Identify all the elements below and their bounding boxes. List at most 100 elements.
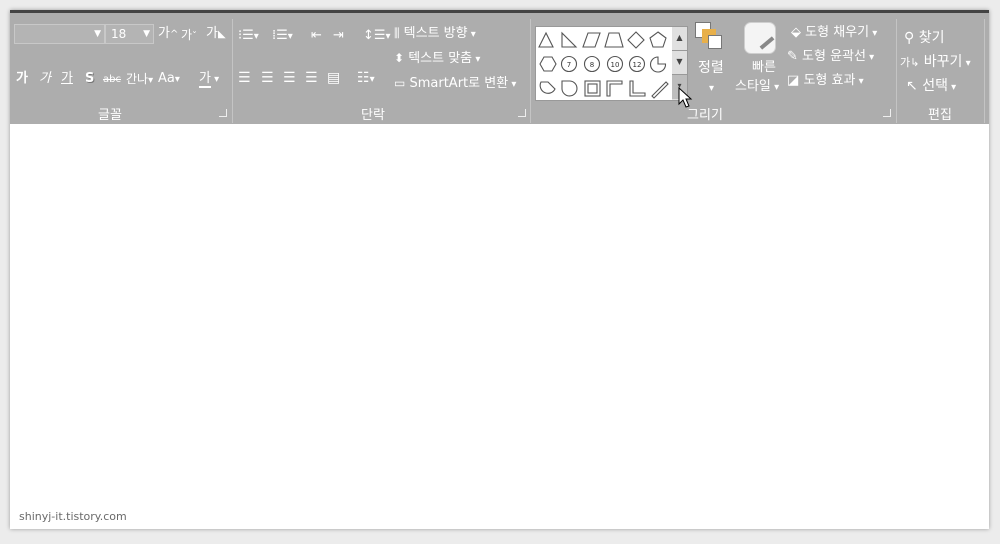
pie-shape[interactable] bbox=[649, 56, 667, 73]
decrease-font-size-label: 가 bbox=[181, 28, 193, 42]
change-case-label: Aa bbox=[158, 71, 175, 86]
eraser-icon: ◣ bbox=[217, 29, 226, 40]
decrease-font-size-button[interactable]: 가ˇ bbox=[181, 27, 197, 45]
strikethrough-button[interactable]: abc bbox=[103, 72, 121, 88]
shadow-button[interactable]: S bbox=[85, 71, 94, 87]
chevron-down-icon: ▾ bbox=[174, 74, 180, 85]
font-name-combo[interactable]: ▼ bbox=[14, 24, 105, 44]
numbered-list-icon: ⁞☰ bbox=[272, 28, 288, 43]
frame-shape[interactable] bbox=[584, 80, 601, 97]
chevron-down-icon: ▾ bbox=[287, 31, 293, 42]
pentagon-shape[interactable] bbox=[649, 31, 667, 48]
editing-group-label: 편집 bbox=[928, 108, 952, 123]
increase-font-size-label: 가 bbox=[158, 26, 170, 41]
outdent-icon: ⇤ bbox=[311, 28, 322, 43]
shape-fill-button[interactable]: ⬙ 도형 채우기 ▾ bbox=[791, 25, 877, 42]
shape-outline-button[interactable]: ✎ 도형 윤곽선 ▾ bbox=[787, 49, 874, 66]
numbering-button[interactable]: ⁞☰▾ bbox=[272, 28, 293, 45]
shape-effects-label: 도형 효과 bbox=[803, 73, 856, 88]
watermark-text: shinyj-it.tistory.com bbox=[19, 510, 127, 523]
arrange-button[interactable]: 정렬 bbox=[698, 60, 724, 76]
parallelogram-shape[interactable] bbox=[582, 32, 601, 48]
chevron-down-icon: ▾ bbox=[369, 74, 375, 85]
chevron-down-icon: ▾ bbox=[385, 31, 391, 42]
align-text-icon: ⬍ bbox=[394, 51, 405, 65]
right-triangle-shape[interactable] bbox=[561, 31, 578, 48]
drawing-dialog-launcher-icon[interactable] bbox=[883, 109, 891, 117]
l-shape[interactable] bbox=[629, 80, 646, 97]
trapezoid-shape[interactable] bbox=[604, 32, 624, 48]
arrange-icon bbox=[695, 22, 727, 49]
line-spacing-button[interactable]: ↕☰▾ bbox=[363, 28, 391, 45]
columns-button[interactable]: ☷▾ bbox=[357, 70, 375, 88]
quick-styles-button-line2[interactable]: 스타일 ▾ bbox=[735, 79, 779, 96]
font-size-value: 18 bbox=[111, 27, 127, 41]
shape-effects-button[interactable]: ◪ 도형 효과 ▾ bbox=[787, 73, 864, 90]
group-divider bbox=[984, 19, 985, 123]
quick-styles-button[interactable]: 빠른 bbox=[752, 60, 776, 76]
bullets-button[interactable]: ⁝☰▾ bbox=[238, 28, 259, 45]
font-dialog-launcher-icon[interactable] bbox=[219, 109, 227, 117]
bold-button[interactable]: 가 bbox=[16, 71, 28, 87]
group-divider bbox=[232, 19, 233, 123]
hexagon-shape[interactable] bbox=[539, 56, 557, 72]
smartart-label: SmartArt로 변환 bbox=[409, 76, 509, 91]
chevron-down-icon: ▾ bbox=[855, 76, 864, 87]
paragraph-dialog-launcher-icon[interactable] bbox=[518, 109, 526, 117]
group-divider bbox=[896, 19, 897, 123]
diamond-shape[interactable] bbox=[627, 31, 645, 49]
gallery-scroll-up-button[interactable]: ▲ bbox=[672, 27, 687, 51]
chevron-down-icon: ▾ bbox=[962, 58, 971, 69]
clear-formatting-button[interactable]: 가◣ bbox=[206, 26, 226, 43]
justify-button[interactable]: ☰ bbox=[305, 70, 318, 86]
replace-button[interactable]: 가↳ 바꾸기 ▾ bbox=[900, 51, 971, 71]
shape-effects-icon: ◪ bbox=[787, 73, 800, 88]
distributed-button[interactable]: ▤ bbox=[327, 70, 340, 86]
dodecagon-number: 12 bbox=[633, 61, 642, 69]
bullet-list-icon: ⁝☰ bbox=[238, 28, 254, 43]
underline-button[interactable]: 가 bbox=[61, 71, 73, 87]
chevron-down-icon: ▾ bbox=[253, 31, 259, 42]
align-left-button[interactable]: ☰ bbox=[238, 70, 251, 86]
bold-label: 가 bbox=[16, 71, 28, 86]
text-direction-button[interactable]: ⫼ 텍스트 방향 ▾ bbox=[394, 25, 476, 43]
change-case-button[interactable]: Aa▾ bbox=[158, 71, 180, 88]
gallery-scroll-down-button[interactable]: ▼ bbox=[672, 51, 687, 75]
convert-to-smartart-button[interactable]: ▭ SmartArt로 변환 ▾ bbox=[394, 75, 516, 93]
align-text-button[interactable]: ⬍ 텍스트 맞춤 ▾ bbox=[394, 50, 480, 68]
shapes-gallery-svg: 7 8 10 12 bbox=[538, 31, 669, 99]
diagonal-stripe-shape[interactable] bbox=[651, 81, 669, 99]
half-frame-shape[interactable] bbox=[606, 80, 623, 97]
paint-bucket-icon: ⬙ bbox=[791, 25, 801, 40]
chevron-down-icon: ▾ bbox=[865, 52, 875, 63]
chord-shape[interactable] bbox=[539, 81, 556, 94]
font-color-button[interactable]: 가 ▾ bbox=[199, 71, 219, 88]
select-label: 선택 bbox=[922, 78, 948, 94]
replace-label: 바꾸기 bbox=[923, 54, 963, 70]
slide-canvas[interactable] bbox=[10, 124, 989, 529]
teardrop-shape[interactable] bbox=[561, 80, 578, 97]
chevron-down-icon: ▾ bbox=[869, 28, 878, 39]
text-direction-label: 텍스트 방향 bbox=[403, 26, 468, 41]
pointer-arrow-icon: ↖ bbox=[906, 78, 918, 94]
align-center-button[interactable]: ☰ bbox=[261, 70, 274, 86]
octagon-number: 8 bbox=[590, 61, 594, 69]
italic-button[interactable]: 가 bbox=[39, 71, 51, 87]
powerpoint-window: ▼ 18 ▼ 가^ 가ˇ 가◣ 가 가 가 S abc 간나▾ Aa▾ 가 ▾ … bbox=[10, 10, 989, 529]
arrange-label: 정렬 bbox=[698, 60, 724, 76]
decrease-indent-button[interactable]: ⇤ bbox=[311, 28, 322, 44]
increase-font-size-button[interactable]: 가^ bbox=[158, 26, 178, 43]
chevron-down-icon: ▾ bbox=[947, 82, 957, 93]
font-color-label: 가 bbox=[199, 71, 211, 88]
shape-fill-label: 도형 채우기 bbox=[805, 25, 870, 40]
text-direction-icon: ⫼ bbox=[394, 26, 400, 40]
triangle-shape[interactable] bbox=[538, 31, 554, 48]
shape-outline-label: 도형 윤곽선 bbox=[802, 49, 866, 64]
find-button[interactable]: ⚲ 찾기 bbox=[904, 27, 944, 47]
font-size-combo[interactable]: 18 ▼ bbox=[105, 24, 154, 44]
select-button[interactable]: ↖ 선택 ▾ bbox=[906, 75, 956, 95]
align-right-button[interactable]: ☰ bbox=[283, 70, 296, 86]
character-spacing-button[interactable]: 간나▾ bbox=[126, 71, 153, 89]
increase-indent-button[interactable]: ⇥ bbox=[333, 28, 344, 44]
chevron-down-icon: ▾ bbox=[148, 75, 154, 86]
